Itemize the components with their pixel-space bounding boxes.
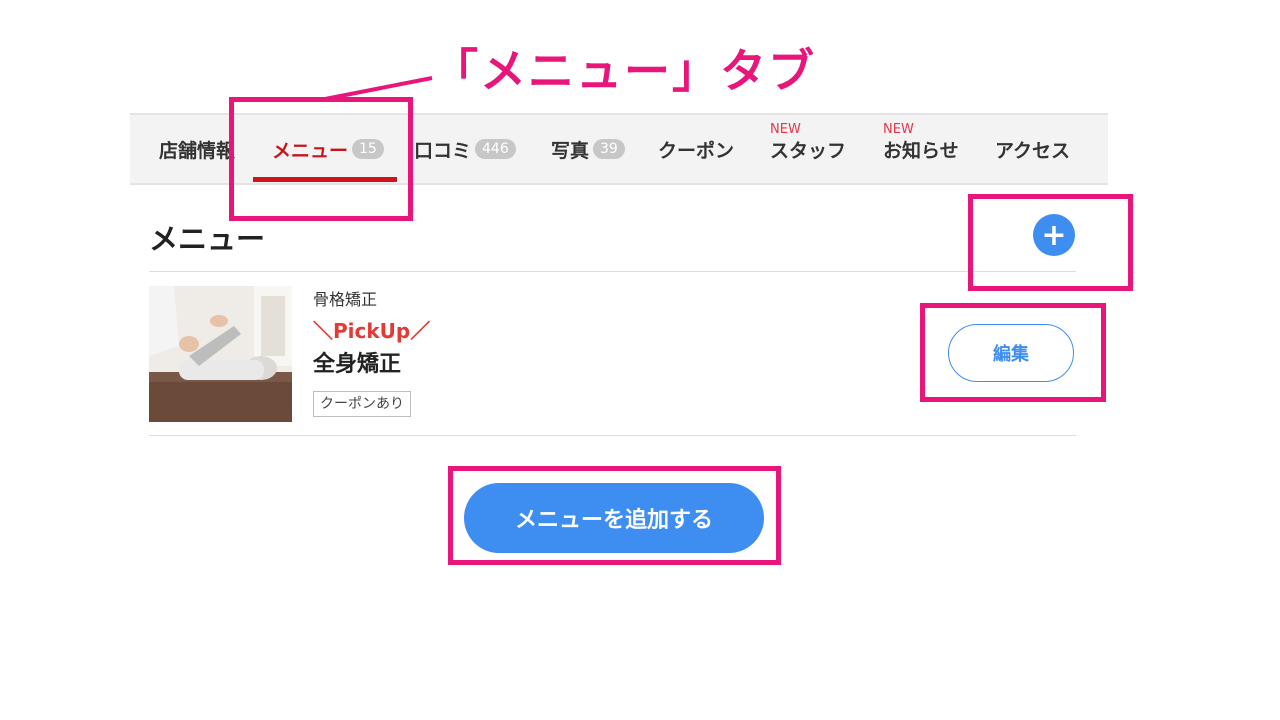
- coupon-tag: クーポンあり: [313, 391, 411, 417]
- tab-label: メニュー: [272, 139, 349, 162]
- tab-shop-info[interactable]: 店舗情報: [159, 115, 235, 183]
- tab-count-badge: 39: [593, 139, 625, 159]
- tab-label: クーポン: [658, 139, 735, 162]
- divider: [149, 435, 1076, 436]
- menu-item-name: 全身矯正: [313, 352, 402, 377]
- add-menu-button[interactable]: メニューを追加する: [464, 483, 764, 553]
- tab-photos[interactable]: 写真 39: [551, 115, 625, 183]
- therapy-photo-illustration: [149, 286, 292, 422]
- tab-label: アクセス: [995, 139, 1071, 162]
- menu-item-thumbnail: [149, 286, 292, 422]
- pickup-label: ＼PickUp／: [313, 319, 431, 343]
- active-tab-indicator: [253, 177, 397, 182]
- new-badge: NEW: [770, 122, 801, 137]
- tab-staff[interactable]: NEW スタッフ: [770, 115, 846, 183]
- tab-menu[interactable]: メニュー 15: [272, 115, 384, 183]
- tab-count-badge: 446: [475, 139, 516, 159]
- tab-bar: 店舗情報 メニュー 15 口コミ 446 写真 39 クーポン NEW スタッフ…: [130, 113, 1108, 185]
- edit-button[interactable]: 編集: [948, 324, 1074, 382]
- divider: [149, 271, 1076, 272]
- tab-label: 写真: [551, 139, 590, 162]
- tab-coupons[interactable]: クーポン: [658, 115, 734, 183]
- tab-reviews[interactable]: 口コミ 446: [414, 115, 516, 183]
- tab-news[interactable]: NEW お知らせ: [883, 115, 959, 183]
- tab-count-badge: 15: [352, 139, 384, 159]
- section-title: メニュー: [149, 222, 266, 256]
- new-badge: NEW: [883, 122, 914, 137]
- plus-icon: +: [1041, 217, 1067, 253]
- tab-label: 店舗情報: [159, 139, 236, 162]
- menu-item-category: 骨格矯正: [313, 290, 378, 309]
- tab-label: お知らせ: [883, 139, 959, 162]
- callout-title: 「メニュー」タブ: [432, 44, 816, 98]
- tab-label: 口コミ: [414, 139, 472, 162]
- add-menu-icon-button[interactable]: +: [1033, 214, 1075, 256]
- tab-label: スタッフ: [770, 139, 847, 162]
- tab-access[interactable]: アクセス: [995, 115, 1070, 183]
